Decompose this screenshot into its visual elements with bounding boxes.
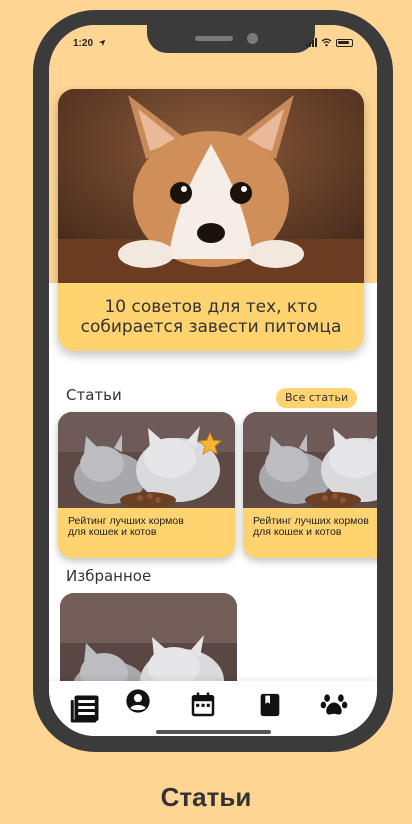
calendar-icon [191,692,215,717]
screen-caption: Статьи [160,782,252,812]
article-card-title: Рейтинг лучших кормов для кошек и котов [253,516,377,538]
article-title-line: для кошек и котов [253,526,342,538]
location-arrow-icon [98,40,105,47]
book-icon [260,693,280,717]
battery-icon [336,38,353,47]
kittens-image [243,412,377,508]
bottom-navigation [49,681,377,736]
favorites-section-title: Избранное [66,567,152,585]
all-articles-button[interactable]: Все статьи [276,388,358,408]
status-icons [306,38,353,47]
time-text: 1:20 [73,38,94,49]
status-time: 1:20 [73,38,106,49]
article-title-line: для кошек и котов [68,526,157,538]
phone-notch [147,25,315,53]
nav-pets[interactable] [316,687,352,723]
camera [247,33,258,44]
article-card[interactable]: Рейтинг лучших кормов для кошек и котов [58,412,235,558]
home-indicator[interactable] [156,730,271,734]
articles-section-title: Статьи [66,386,122,404]
corgi-puppy-image [58,89,364,283]
kittens-image [58,412,235,508]
featured-article-card[interactable]: 10 советов для тех, кто собирается завес… [58,89,364,351]
nav-profile[interactable] [120,683,156,719]
article-card-title: Рейтинг лучших кормов для кошек и котов [68,516,233,538]
phone-frame: 1:20 10 советов для тех, кто собирается … [33,10,393,752]
user-icon [126,689,150,713]
nav-articles[interactable] [67,691,103,727]
app-screen: 1:20 10 советов для тех, кто собирается … [49,25,377,736]
wifi-icon [321,38,332,47]
newspaper-icon [70,695,99,723]
favorite-star-icon[interactable] [197,431,223,457]
signal-icon [306,38,317,47]
speaker [195,36,233,41]
article-card[interactable]: Рейтинг лучших кормов для кошек и котов [243,412,377,558]
nav-library[interactable] [252,687,288,723]
paw-icon [320,694,348,715]
featured-article-title: 10 советов для тех, кто собирается завес… [58,283,364,351]
nav-calendar[interactable] [185,687,221,723]
